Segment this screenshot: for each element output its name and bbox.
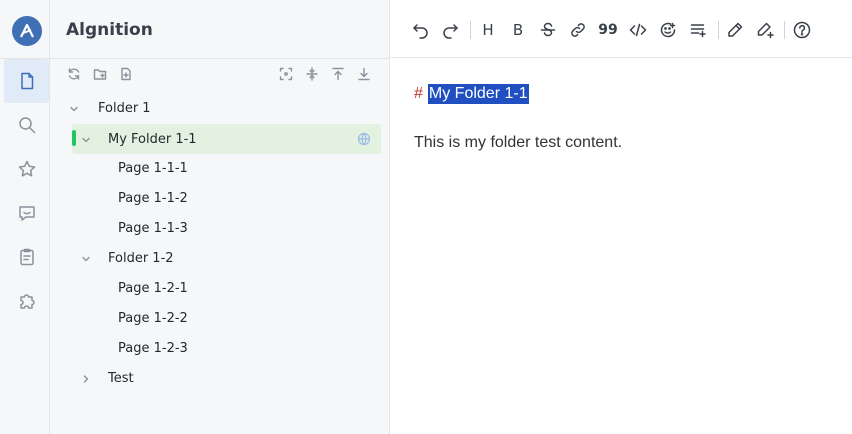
code-button[interactable] (626, 18, 650, 42)
toolbar-divider (718, 21, 719, 39)
chevron-right-icon[interactable] (80, 372, 92, 384)
tree-item-page-1-2-3[interactable]: Page 1-2-3 (50, 333, 390, 363)
undo-icon (413, 24, 428, 39)
rail-plugins-button[interactable] (4, 279, 49, 323)
file-tree-panel: Algnition Folder 1 My Folder 1-1 Page 1-… (50, 0, 390, 434)
quote-icon: 99 (598, 22, 618, 38)
globe-icon[interactable] (357, 132, 371, 146)
rail-search-button[interactable] (4, 103, 49, 147)
help-icon (793, 21, 811, 39)
tree-item-label: Folder 1-2 (108, 250, 174, 266)
heading-marker: # (414, 85, 423, 102)
refresh-button[interactable] (64, 64, 84, 84)
rail-favorites-button[interactable] (4, 147, 49, 191)
tree-item-page-1-1-1[interactable]: Page 1-1-1 (50, 153, 390, 183)
undo-button[interactable] (409, 18, 433, 42)
tree-item-test[interactable]: Test (50, 363, 390, 393)
chevron-down-icon[interactable] (68, 102, 80, 114)
list-add-button[interactable] (686, 18, 710, 42)
bold-button[interactable]: B (506, 18, 530, 42)
tree-item-folder-1-2[interactable]: Folder 1-2 (50, 243, 390, 273)
export-icon (358, 67, 370, 81)
toolbar-divider (784, 21, 785, 39)
bold-icon: B (512, 21, 524, 39)
tree-item-label: My Folder 1-1 (108, 131, 197, 147)
import-button[interactable] (328, 64, 348, 84)
star-icon (18, 160, 35, 177)
app-title: Algnition (66, 20, 153, 40)
tree-item-label: Test (108, 370, 134, 386)
edit-plus-button[interactable] (753, 18, 777, 42)
new-page-icon (121, 67, 131, 81)
link-button[interactable] (566, 18, 590, 42)
heading-icon: H (482, 21, 494, 39)
tree-item-label: Page 1-2-2 (118, 310, 188, 326)
tree-item-label: Page 1-2-1 (118, 280, 188, 296)
tree-item-page-1-1-3[interactable]: Page 1-1-3 (50, 213, 390, 243)
rail-tasks-button[interactable] (4, 235, 49, 279)
quote-button[interactable]: 99 (596, 18, 620, 42)
heading-button[interactable]: H (476, 18, 500, 42)
editor-pane: H B 99 # My Folder 1-1 This is my folder… (390, 0, 852, 434)
tree-item-label: Page 1-1-3 (118, 220, 188, 236)
clipboard-icon (19, 248, 34, 266)
files-icon (20, 72, 33, 90)
code-icon (629, 23, 647, 37)
tree-item-label: Page 1-2-3 (118, 340, 188, 356)
tree-item-my-folder-1-1[interactable]: My Folder 1-1 (72, 124, 381, 154)
chevron-down-icon[interactable] (80, 252, 92, 264)
tree-item-label: Folder 1 (98, 100, 151, 116)
chevron-down-icon[interactable] (80, 133, 92, 145)
tree-item-page-1-2-1[interactable]: Page 1-2-1 (50, 273, 390, 303)
tree-item-page-1-2-2[interactable]: Page 1-2-2 (50, 303, 390, 333)
new-folder-icon (93, 69, 107, 80)
link-icon (571, 23, 585, 37)
new-folder-button[interactable] (90, 64, 110, 84)
redo-icon (443, 24, 458, 39)
toolbar-divider (470, 21, 471, 39)
search-icon (18, 117, 35, 134)
logo-mark-icon (20, 23, 34, 38)
collapse-all-button[interactable] (302, 64, 322, 84)
editor-heading-line[interactable]: # My Folder 1-1 (414, 84, 529, 104)
import-icon (332, 67, 344, 81)
tree-item-label: Page 1-1-2 (118, 190, 188, 206)
tree-item-page-1-1-2[interactable]: Page 1-1-2 (50, 183, 390, 213)
refresh-icon (68, 68, 80, 80)
selection-marker (72, 130, 76, 146)
comment-icon (18, 206, 35, 221)
redo-button[interactable] (438, 18, 462, 42)
editor-toolbar: H B 99 (390, 0, 852, 58)
strikethrough-icon (540, 22, 556, 37)
plugin-icon (19, 294, 35, 309)
emoji-icon (660, 22, 676, 38)
new-page-button[interactable] (116, 64, 136, 84)
nav-rail (0, 0, 50, 434)
rail-files-button[interactable] (4, 59, 49, 103)
sidebar-divider (50, 58, 390, 59)
strikethrough-button[interactable] (536, 18, 560, 42)
app-logo[interactable] (12, 16, 42, 46)
emoji-button[interactable] (656, 18, 680, 42)
tree-item-folder-1[interactable]: Folder 1 (50, 93, 390, 123)
help-button[interactable] (790, 18, 814, 42)
editor-paragraph[interactable]: This is my folder test content. (414, 134, 622, 152)
selected-heading-text[interactable]: My Folder 1-1 (427, 84, 529, 104)
collapse-all-icon (306, 67, 318, 81)
rail-comments-button[interactable] (4, 191, 49, 235)
locate-icon (279, 67, 293, 81)
export-button[interactable] (354, 64, 374, 84)
edit-plus-icon (757, 22, 774, 39)
tree-item-label: Page 1-1-1 (118, 160, 188, 176)
list-add-icon (690, 24, 706, 38)
edit-button[interactable] (723, 18, 747, 42)
locate-button[interactable] (276, 64, 296, 84)
edit-icon (728, 22, 743, 37)
